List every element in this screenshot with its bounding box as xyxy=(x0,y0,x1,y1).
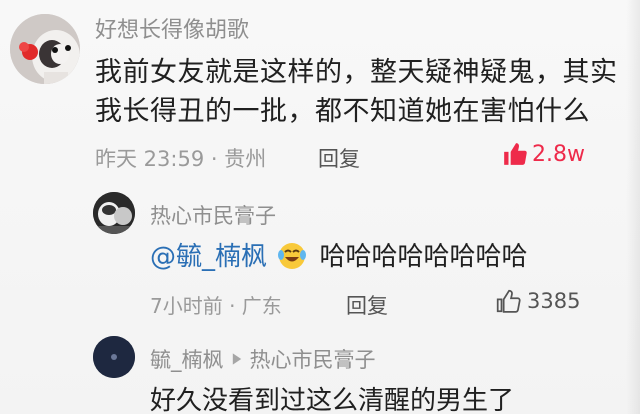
comment-author[interactable]: 热心市民膏子 xyxy=(150,200,276,230)
comment-text: 我前女友就是这样的，整天疑神疑鬼，其实 xyxy=(95,57,618,88)
thumb-up-outline-icon xyxy=(496,289,521,313)
reply-button[interactable]: 回复 xyxy=(318,143,360,173)
edge-shadow xyxy=(626,0,640,414)
like-button[interactable]: 2.8w xyxy=(502,141,585,167)
reply-button[interactable]: 回复 xyxy=(346,290,388,320)
like-button[interactable]: 3385 xyxy=(495,288,580,314)
mention-link[interactable]: @毓_楠枫 xyxy=(150,242,267,272)
avatar[interactable] xyxy=(10,14,80,84)
avatar[interactable] xyxy=(93,336,135,378)
comment-body: 哈哈哈哈哈哈哈哈 xyxy=(319,242,528,272)
comment-text: 好久没看到过这么清醒的男生了 xyxy=(150,386,515,414)
triangle-right-icon xyxy=(232,353,241,365)
reply-to-author[interactable]: 热心市民膏子 xyxy=(250,344,376,374)
comment-thread: 好想长得像胡歌 我前女友就是这样的，整天疑神疑鬼，其实 我长得丑的一批，都不知道… xyxy=(0,0,640,414)
comment-text: @毓_楠枫 哈哈哈哈哈哈哈哈 xyxy=(150,236,528,275)
thumb-up-filled-icon xyxy=(504,143,527,165)
comment-meta: 昨天 23:59 · 贵州 xyxy=(95,147,267,171)
avatar[interactable] xyxy=(93,192,135,234)
avatar-image xyxy=(93,336,135,378)
comment-author[interactable]: 好想长得像胡歌 xyxy=(95,12,249,44)
like-count: 2.8w xyxy=(532,141,585,167)
avatar-image xyxy=(10,14,80,84)
comment-text: 我长得丑的一批，都不知道她在害怕什么 xyxy=(95,96,590,127)
comment-author[interactable]: 毓_楠枫 xyxy=(150,344,224,374)
like-count: 3385 xyxy=(527,289,581,313)
reply-header: 毓_楠枫 热心市民膏子 xyxy=(150,344,376,374)
comment-meta: 7小时前 · 广东 xyxy=(150,294,282,318)
laughing-crying-emoji xyxy=(278,242,307,269)
avatar-image xyxy=(93,192,135,234)
